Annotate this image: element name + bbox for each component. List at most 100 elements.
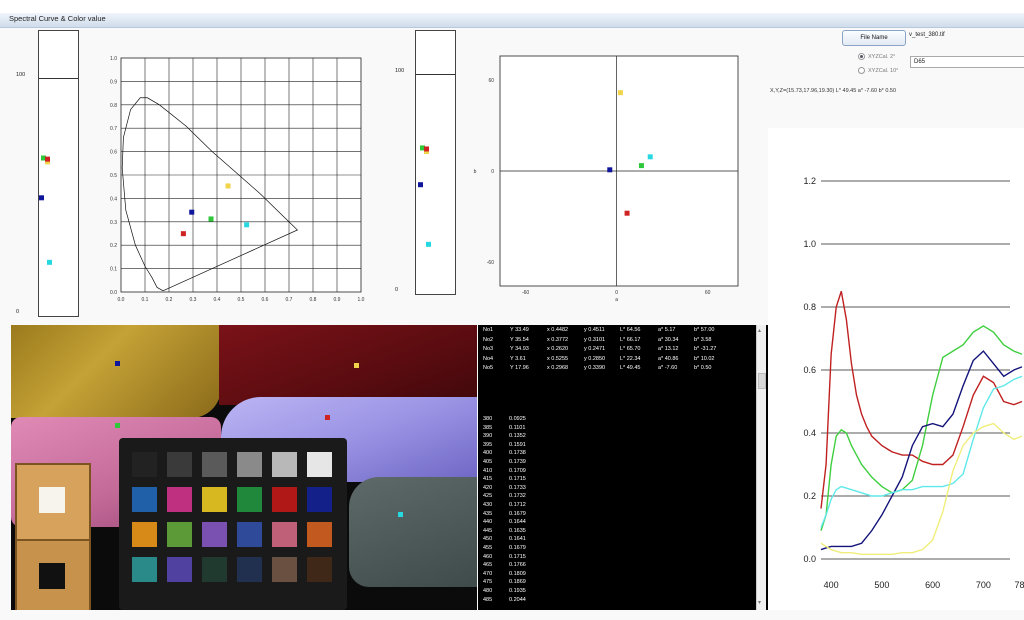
- chroma-y-tick: 0.3: [110, 220, 117, 226]
- spectral-value: 0.1635: [509, 527, 526, 534]
- brightness-scale-left: [38, 30, 79, 317]
- scroll-up-arrow[interactable]: ▴: [758, 327, 761, 334]
- spectral-x-tick: 780: [1014, 580, 1024, 590]
- radio-xyz-10deg[interactable]: XYZCal. 10°: [858, 67, 898, 74]
- spectral-wavelength: 405: [483, 459, 493, 465]
- spectral-y-tick: 0.6: [803, 365, 816, 375]
- title-bar[interactable]: Spectral Curve & Color value: [0, 13, 1024, 28]
- brightness-scale-right-top-label: 100: [395, 68, 405, 74]
- chroma-x-tick: 0.1: [142, 297, 149, 303]
- scroll-down-arrow[interactable]: ▾: [758, 599, 761, 606]
- ab-sample-2: [638, 163, 644, 169]
- spectral-value: 0.1101: [509, 424, 526, 431]
- spectral-value: 0.1712: [509, 502, 526, 508]
- chroma-y-tick: 0.2: [110, 243, 117, 249]
- brightness-scale-left-top-label: 100: [16, 72, 26, 78]
- spectral-x-tick: 700: [976, 580, 991, 590]
- spectral-value: 0.1709: [509, 467, 526, 474]
- spectral-wavelength: 460: [483, 553, 493, 560]
- ab-sample-1: [617, 90, 623, 96]
- spectral-y-tick: 0.0: [803, 554, 816, 564]
- chroma-x-tick: 0.7: [286, 297, 293, 303]
- chroma-x-tick: 1.0: [358, 297, 365, 303]
- spectral-value: 0.2044: [509, 596, 526, 603]
- radio-2deg-label: XYZCal. 2°: [868, 53, 896, 60]
- brightness-marker-5: [418, 182, 423, 188]
- spectral-chart: 0.0 0.2 0.4 0.6 0.8 1.0 1.2 400 500 600 700 780: [768, 128, 1024, 610]
- ab-y-tick: -60: [487, 260, 494, 266]
- chroma-sample-4: [244, 222, 250, 228]
- sample-image[interactable]: [11, 325, 477, 610]
- chroma-sample-2: [208, 216, 214, 222]
- radio-10deg-label: XYZCal. 10°: [868, 67, 899, 74]
- brightness-scale-right-markers: [418, 145, 431, 247]
- spectral-value: 0.1809: [509, 570, 526, 577]
- chroma-x-tick: 0.4: [214, 297, 221, 303]
- spectral-y-tick: 0.4: [803, 428, 816, 438]
- spectral-y-tick: 1.2: [803, 176, 816, 186]
- radio-2deg-indicator[interactable]: [858, 53, 865, 60]
- spectral-x-tick: 400: [824, 580, 839, 590]
- chromaticity-diagram: 0.0 0.1 0.2 0.3 0.4 0.5 0.6 0.7 0.8 0.9 1.0 1.0 0.9 0…: [110, 56, 365, 303]
- radio-10deg-indicator[interactable]: [858, 67, 865, 74]
- chroma-y-tick: 0.5: [110, 173, 117, 179]
- spectral-wavelength: 410: [483, 467, 493, 474]
- brightness-marker-4: [47, 259, 52, 265]
- ab-plot: -60 0 60 60 0 -60 a b: [474, 55, 739, 303]
- spectral-wavelength: 400: [483, 450, 493, 457]
- spectral-wavelength: 455: [483, 545, 493, 551]
- chroma-x-tick: 0.2: [166, 297, 173, 303]
- spectral-wavelength: 430: [483, 502, 493, 508]
- photo-sample-marker-5[interactable]: [398, 512, 403, 517]
- brightness-scale-right-bottom-label: 0: [395, 287, 399, 293]
- spectral-wavelength: 475: [483, 579, 493, 586]
- brightness-scale-right: [415, 30, 456, 295]
- photo-sample-marker-1[interactable]: [354, 363, 359, 368]
- spectral-wavelength: 450: [483, 536, 493, 543]
- spectral-y-tick: 0.8: [803, 302, 816, 312]
- illuminant-select[interactable]: D65: [910, 56, 1024, 68]
- spectral-series-4: [820, 375, 1023, 528]
- spectral-wavelength: 420: [483, 484, 493, 491]
- ab-x-label: a: [615, 297, 618, 303]
- brightness-marker-3: [424, 146, 429, 152]
- ab-sample-5: [607, 167, 613, 173]
- spectral-value: 0.0925: [509, 416, 526, 422]
- ab-y-tick: 60: [488, 78, 494, 84]
- spectral-wavelength: 385: [483, 424, 493, 431]
- spectral-value: 0.1679: [509, 545, 526, 551]
- chroma-y-tick: 0.6: [110, 150, 117, 156]
- scroll-thumb[interactable]: [758, 373, 766, 389]
- brightness-marker-5: [39, 195, 44, 201]
- photo-sample-marker-2[interactable]: [115, 423, 120, 428]
- spectral-value: 0.1766: [509, 562, 526, 569]
- spectral-series-1: [820, 291, 1023, 509]
- spectral-wavelength: 380: [483, 416, 493, 422]
- radio-xyz-2deg[interactable]: XYZCal. 2°: [858, 53, 895, 60]
- file-name-button[interactable]: File Name: [842, 30, 906, 46]
- chroma-sample-3: [180, 231, 186, 237]
- photo-sample-marker-3[interactable]: [325, 415, 330, 420]
- chroma-x-tick: 0.0: [118, 297, 125, 303]
- window-title: Spectral Curve & Color value: [9, 14, 106, 23]
- spectral-wavelength: 390: [483, 433, 493, 440]
- ab-x-tick: 0: [615, 290, 618, 296]
- chroma-sample-1: [225, 183, 231, 189]
- spectral-wavelength: 480: [483, 588, 493, 594]
- spectral-wavelength: 435: [483, 510, 493, 517]
- spectral-value: 0.1679: [509, 510, 526, 517]
- ab-sample-4: [647, 154, 653, 160]
- xyz-lab-readout: X,Y,Z=(15.73,17.96,19.30) L* 49.45 a* -7…: [770, 88, 897, 94]
- spectral-wavelength: 465: [483, 562, 493, 569]
- brightness-marker-4: [426, 241, 431, 247]
- spectral-value: 0.1739: [509, 459, 526, 465]
- data-panel: No1 Y 33.49 x 0.4482 y 0.4511 L* 64.56 a* 5.1…: [478, 325, 768, 610]
- spectral-value: 0.1738: [509, 450, 526, 457]
- file-name-label: v_test_380.tif: [909, 32, 945, 38]
- chroma-sample-5: [189, 209, 195, 215]
- photo-sample-marker-4[interactable]: [115, 361, 120, 366]
- data-panel-scrollbar[interactable]: ▴ ▾: [756, 325, 766, 610]
- chroma-y-tick: 1.0: [110, 56, 117, 62]
- sample-markers: [11, 325, 477, 610]
- chroma-y-tick: 0.4: [110, 196, 117, 202]
